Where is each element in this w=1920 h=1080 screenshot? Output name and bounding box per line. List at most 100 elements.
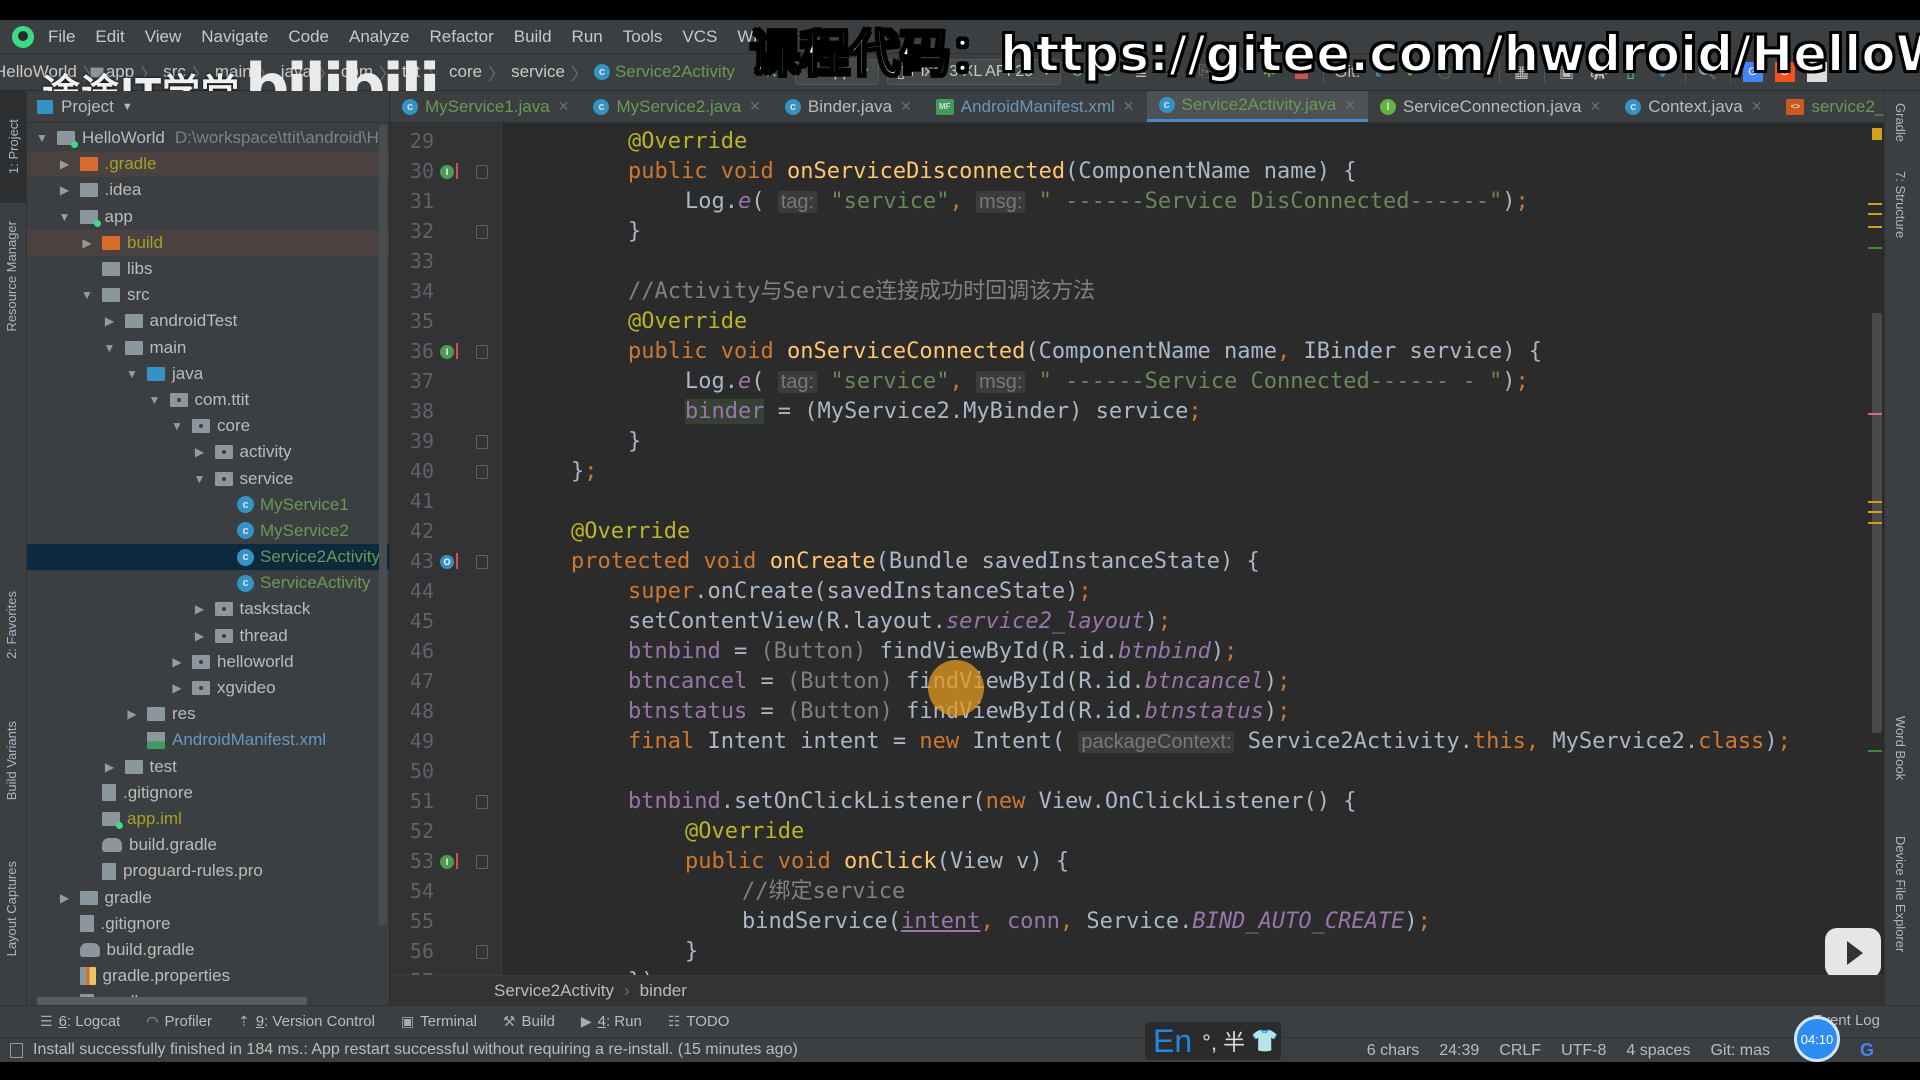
- project-tree-item[interactable]: ▼ service: [27, 465, 389, 491]
- expand-arrow-right-icon[interactable]: ▶: [58, 891, 72, 905]
- menu-file[interactable]: File: [48, 27, 75, 47]
- code-line[interactable]: binder = (MyService2.MyBinder) service;: [685, 397, 1202, 427]
- fold-end-icon[interactable]: [476, 435, 488, 449]
- editor-tab[interactable]: c Service2Activity.java ✕: [1146, 91, 1368, 122]
- resource-manager-tool-button[interactable]: Resource Manager: [4, 221, 19, 332]
- tool-window-logcat[interactable]: ☰ 6: Logcat: [40, 1013, 120, 1030]
- expand-arrow-right-icon[interactable]: ▶: [193, 602, 207, 616]
- tool-window-profiler[interactable]: ◠ Profiler: [146, 1013, 212, 1030]
- project-tree-item[interactable]: ▶build.gradle: [27, 832, 389, 858]
- code-line[interactable]: setContentView(R.layout.service2_layout)…: [628, 607, 1171, 637]
- tool-window-run[interactable]: ▶ 4: Run: [581, 1013, 642, 1030]
- editor-tab[interactable]: c MyService2.java ✕: [581, 91, 772, 122]
- expand-arrow-down-icon[interactable]: ▼: [103, 341, 117, 355]
- line-separator[interactable]: CRLF: [1499, 1042, 1541, 1060]
- layout-captures-tool-button[interactable]: Layout Captures: [4, 861, 19, 956]
- editor-tab[interactable]: c MyService1.java ✕: [390, 91, 581, 122]
- favorites-tool-button[interactable]: 2: Favorites: [4, 591, 19, 659]
- editor-scrollbar[interactable]: [1868, 123, 1884, 975]
- menu-build[interactable]: Build: [514, 27, 552, 47]
- status-message[interactable]: Install successfully finished in 184 ms.…: [33, 1041, 798, 1059]
- expand-arrow-right-icon[interactable]: ▶: [103, 314, 117, 328]
- menu-analyze[interactable]: Analyze: [349, 27, 409, 47]
- project-tree-item[interactable]: ▶cService2Activity: [27, 544, 389, 571]
- git-branch[interactable]: Git: mas: [1710, 1042, 1770, 1060]
- implements-method-icon[interactable]: I: [440, 165, 454, 179]
- project-tree-item[interactable]: ▼ com.ttit: [27, 387, 389, 413]
- project-vertical-scrollbar[interactable]: [379, 125, 387, 925]
- editor-tab[interactable]: I ServiceConnection.java ✕: [1368, 91, 1613, 122]
- code-line[interactable]: //Activity与Service连接成功时回调该方法: [628, 277, 1095, 307]
- code-line[interactable]: public void onServiceConnected(Component…: [628, 337, 1542, 367]
- code-line[interactable]: btnbind = (Button) findViewById(R.id.btn…: [628, 637, 1237, 667]
- code-line[interactable]: public void onServiceDisconnected(Compon…: [628, 157, 1357, 187]
- code-line[interactable]: protected void onCreate(Bundle savedInst…: [571, 547, 1260, 577]
- code-line[interactable]: super.onCreate(savedInstanceState);: [628, 577, 1092, 607]
- indent-setting[interactable]: 4 spaces: [1626, 1042, 1690, 1060]
- crumb-service[interactable]: service: [511, 62, 565, 82]
- warning-stripe[interactable]: [1868, 213, 1882, 215]
- change-stripe[interactable]: [1868, 247, 1882, 249]
- toggle-tool-windows-icon[interactable]: [10, 1042, 23, 1058]
- close-tab-icon[interactable]: ✕: [1123, 98, 1135, 115]
- chevron-down-icon[interactable]: ▼: [122, 101, 133, 113]
- menu-refactor[interactable]: Refactor: [429, 27, 493, 47]
- project-view-selector[interactable]: Project: [61, 97, 114, 117]
- expand-arrow-right-icon[interactable]: ▶: [125, 707, 139, 721]
- project-tree-item[interactable]: ▶ .idea: [27, 177, 389, 203]
- fold-end-icon[interactable]: [476, 945, 488, 959]
- project-tree-item[interactable]: ▶cMyService1: [27, 492, 389, 518]
- expand-arrow-down-icon[interactable]: ▼: [193, 472, 207, 486]
- project-tree-item[interactable]: ▶cServiceActivity: [27, 570, 389, 596]
- navigate-up-arrow-icon[interactable]: [456, 163, 458, 179]
- project-tree-item[interactable]: ▶ .gradle: [27, 151, 389, 178]
- tool-window-todo[interactable]: ☷ TODO: [668, 1013, 730, 1030]
- warning-stripe[interactable]: [1868, 501, 1882, 503]
- project-tree-item[interactable]: ▼ java: [27, 361, 389, 387]
- crumb-service2activity[interactable]: Service2Activity: [615, 62, 735, 82]
- project-tree-item[interactable]: ▶app.iml: [27, 806, 389, 832]
- fold-start-icon[interactable]: [476, 855, 488, 869]
- code-line[interactable]: });: [628, 967, 668, 975]
- project-tree-item[interactable]: ▼ main: [27, 335, 389, 361]
- project-tree-item[interactable]: ▶cMyService2: [27, 518, 389, 544]
- menu-vcs[interactable]: VCS: [682, 27, 717, 47]
- project-panel-header[interactable]: Project ▼: [27, 91, 389, 123]
- project-tree-item[interactable]: ▶ activity: [27, 439, 389, 465]
- code-line[interactable]: Log.e( tag: "service", msg: " ------Serv…: [685, 367, 1529, 397]
- code-line[interactable]: btnbind.setOnClickListener(new View.OnCl…: [628, 787, 1357, 817]
- project-tree-item[interactable]: ▼ app: [27, 204, 389, 230]
- project-tree-item[interactable]: ▶ res: [27, 701, 389, 727]
- project-tree-item[interactable]: ▶ taskstack: [27, 596, 389, 622]
- expand-arrow-right-icon[interactable]: ▶: [170, 681, 184, 695]
- build-variants-tool-button[interactable]: Build Variants: [4, 721, 19, 800]
- close-tab-icon[interactable]: ✕: [558, 98, 570, 115]
- navigate-up-arrow-icon[interactable]: [456, 343, 458, 359]
- overrides-method-icon[interactable]: O: [440, 555, 454, 569]
- expand-arrow-down-icon[interactable]: ▼: [80, 288, 94, 302]
- editor-tab[interactable]: c Binder.java ✕: [773, 91, 924, 122]
- menu-view[interactable]: View: [145, 27, 182, 47]
- breadcrumb-member[interactable]: binder: [640, 981, 687, 1001]
- project-tree-item[interactable]: ▶ gradle: [27, 884, 389, 910]
- editor-gutter[interactable]: 29 30 I 31 32 33 34 35 36 I 37 38 39 40 41 42 43 O 44 45 46 4…: [390, 123, 502, 975]
- code-line[interactable]: @Override: [628, 307, 747, 337]
- project-tree-item[interactable]: ▶ test: [27, 754, 389, 780]
- inspection-warning-indicator[interactable]: [1872, 128, 1882, 140]
- editor-tab[interactable]: MF AndroidManifest.xml ✕: [924, 91, 1147, 122]
- change-stripe[interactable]: [1868, 750, 1882, 752]
- warning-stripe[interactable]: [1868, 203, 1882, 205]
- menu-edit[interactable]: Edit: [95, 27, 124, 47]
- fold-start-icon[interactable]: [476, 165, 488, 179]
- project-tree-item[interactable]: ▶ androidTest: [27, 308, 389, 334]
- word-book-tool-button[interactable]: Word Book: [1893, 716, 1908, 780]
- project-tree-item[interactable]: ▼ src: [27, 282, 389, 308]
- fold-end-icon[interactable]: [476, 465, 488, 479]
- project-tree-item[interactable]: ▶libs: [27, 256, 389, 282]
- project-tree-item[interactable]: ▶proguard-rules.pro: [27, 858, 389, 884]
- code-line[interactable]: final Intent intent = new Intent( packag…: [628, 727, 1791, 757]
- project-tree-item[interactable]: ▶ helloworld: [27, 649, 389, 675]
- caret-position[interactable]: 24:39: [1439, 1042, 1479, 1060]
- code-line[interactable]: //绑定service: [742, 877, 905, 907]
- tool-window-terminal[interactable]: ▣ Terminal: [401, 1013, 477, 1030]
